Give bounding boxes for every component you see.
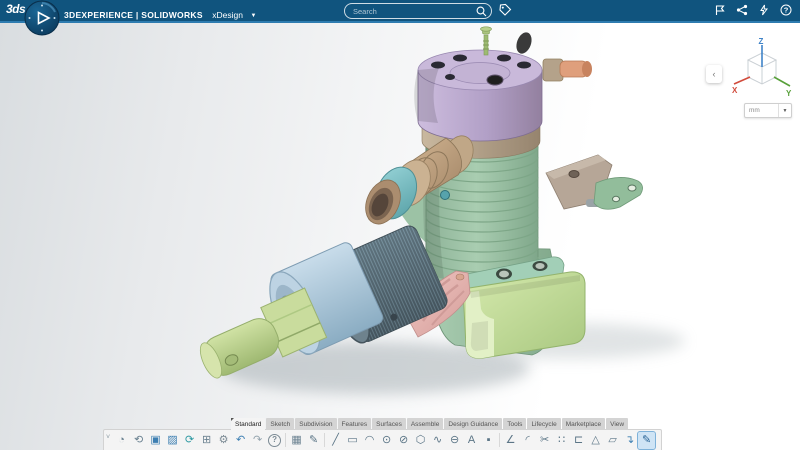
tab-lifecycle[interactable]: Lifecycle — [527, 418, 560, 430]
bottom-toolbar: ˅ ◔⟲▣▨⟳⊞⚙↶↷?▦✎╱▭◠⊙⊘⬡∿⊖A▪∠◜✂∷⊏△▱↴✎ — [103, 429, 662, 450]
extrude-cube-icon[interactable]: ▱ — [604, 432, 621, 449]
tab-sketch[interactable]: Sketch — [266, 418, 294, 430]
export-icon[interactable]: ⊞ — [198, 432, 215, 449]
units-dropdown[interactable]: mm ▼ — [744, 103, 792, 118]
line-icon[interactable]: ╱ — [327, 432, 344, 449]
fuel-nipple[interactable] — [543, 59, 592, 81]
reload-clock-icon[interactable]: ⟲ — [130, 432, 147, 449]
settings-gear-icon[interactable]: ⚙ — [215, 432, 232, 449]
toolbar-separator — [285, 433, 286, 447]
3dexperience-compass-icon[interactable] — [24, 0, 60, 36]
model-viewport[interactable]: ‹ Z X Y mm ▼ — [0, 23, 800, 450]
sketch-grid-icon[interactable]: ▦ — [288, 432, 305, 449]
undo-icon[interactable]: ↶ — [232, 432, 249, 449]
spline-icon[interactable]: ∿ — [429, 432, 446, 449]
tag-icon[interactable] — [498, 3, 512, 17]
triad-z-label: Z — [759, 37, 764, 46]
help-circle-icon[interactable]: ? — [266, 432, 283, 449]
tab-surfaces[interactable]: Surfaces — [372, 418, 406, 430]
flag-icon[interactable] — [713, 3, 726, 16]
svg-text:?: ? — [783, 5, 788, 14]
help-icon[interactable]: ? — [779, 3, 792, 16]
ribbon-tabs: StandardSketchSubdivisionFeaturesSurface… — [231, 418, 628, 430]
lightning-icon[interactable] — [757, 3, 770, 16]
offset-icon[interactable]: ⊏ — [570, 432, 587, 449]
polygon-icon[interactable]: ⬡ — [412, 432, 429, 449]
app-window: 3ds 3DEXPERIENCE | SOLIDWORKS xDesign ▼ — [0, 0, 800, 450]
chevron-down-icon[interactable]: ▼ — [250, 13, 256, 19]
history-icon[interactable]: ◔ — [113, 432, 130, 449]
ellipse-icon[interactable]: ⊘ — [395, 432, 412, 449]
search-bar[interactable] — [344, 3, 492, 19]
tab-marketplace[interactable]: Marketplace — [562, 418, 605, 430]
tab-standard[interactable]: Standard — [231, 418, 265, 430]
tab-tools[interactable]: Tools — [503, 418, 526, 430]
search-input[interactable] — [345, 7, 476, 16]
corner-icon[interactable]: ∠ — [502, 432, 519, 449]
slot-icon[interactable]: ⊖ — [446, 432, 463, 449]
tab-assemble[interactable]: Assemble — [407, 418, 444, 430]
units-value: mm — [745, 107, 778, 114]
point-icon[interactable]: ▪ — [480, 432, 497, 449]
rectangle-icon[interactable]: ▭ — [344, 432, 361, 449]
tab-design-guidance[interactable]: Design Guidance — [444, 418, 502, 430]
tab-view[interactable]: View — [606, 418, 628, 430]
redo-icon[interactable]: ↷ — [249, 432, 266, 449]
topbar-right-icons: ? — [713, 3, 792, 16]
save-as-icon[interactable]: ▨ — [164, 432, 181, 449]
text-icon[interactable]: A — [463, 432, 480, 449]
exhaust-bracket[interactable] — [546, 155, 643, 209]
dassault-3ds-logo: 3ds — [6, 2, 25, 16]
sync-icon[interactable]: ⟳ — [181, 432, 198, 449]
search-icon[interactable] — [476, 6, 487, 17]
triad-y-label: Y — [786, 89, 792, 98]
app-title: 3DEXPERIENCE | SOLIDWORKS xDesign ▼ — [64, 5, 256, 23]
share-icon[interactable] — [735, 3, 748, 16]
fillet-icon[interactable]: ◜ — [519, 432, 536, 449]
arc-icon[interactable]: ◠ — [361, 432, 378, 449]
tab-features[interactable]: Features — [338, 418, 372, 430]
circle-icon[interactable]: ⊙ — [378, 432, 395, 449]
app-name[interactable]: xDesign — [212, 10, 243, 20]
toolbar-separator — [499, 433, 500, 447]
collapse-panel-chevron[interactable]: ‹ — [706, 65, 722, 83]
chevron-down-icon[interactable]: ▼ — [778, 104, 791, 117]
sketch-pencil-icon[interactable]: ✎ — [305, 432, 322, 449]
cylinder-head[interactable] — [414, 50, 542, 141]
tab-subdivision[interactable]: Subdivision — [295, 418, 336, 430]
convert-entities-icon[interactable]: △ — [587, 432, 604, 449]
brand-title: 3DEXPERIENCE | SOLIDWORKS — [64, 10, 203, 20]
engine-assembly-model[interactable] — [150, 23, 700, 423]
relocate-icon[interactable]: ↴ — [621, 432, 638, 449]
triad-x-label: X — [732, 86, 738, 95]
toolbar-icons: ◔⟲▣▨⟳⊞⚙↶↷?▦✎╱▭◠⊙⊘⬡∿⊖A▪∠◜✂∷⊏△▱↴✎ — [113, 432, 655, 449]
save-icon[interactable]: ▣ — [147, 432, 164, 449]
toolbar-separator — [324, 433, 325, 447]
view-triad[interactable]: Z X Y — [728, 37, 798, 101]
pattern-icon[interactable]: ∷ — [553, 432, 570, 449]
trim-icon[interactable]: ✂ — [536, 432, 553, 449]
edit-sketch-icon[interactable]: ✎ — [638, 432, 655, 449]
toolbar-collapse-chevron[interactable]: ˅ — [106, 434, 110, 441]
